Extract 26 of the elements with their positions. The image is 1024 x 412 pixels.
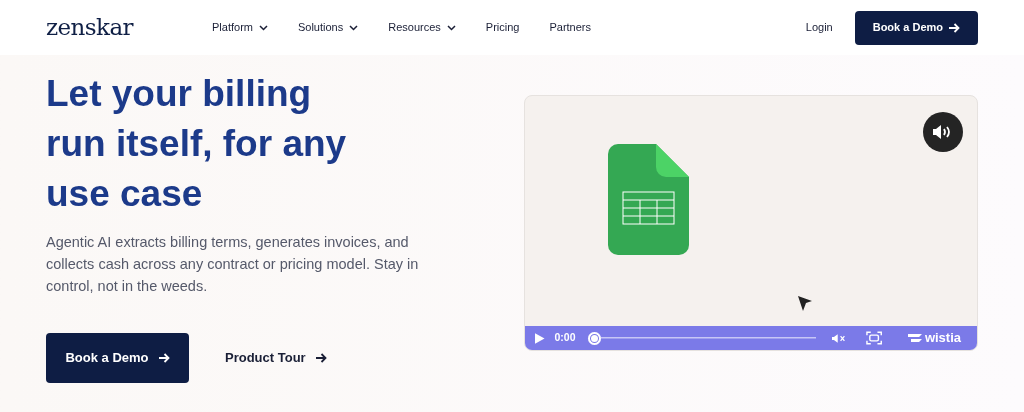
progress-handle[interactable] xyxy=(587,331,601,345)
login-link[interactable]: Login xyxy=(805,19,833,36)
book-demo-button[interactable]: Book a Demo xyxy=(854,10,978,45)
arrow-right-icon xyxy=(949,22,960,33)
volume-button[interactable] xyxy=(923,112,963,152)
video-player[interactable]: 0:00 wistia xyxy=(524,95,978,351)
cursor-icon xyxy=(798,296,812,311)
mute-icon[interactable] xyxy=(832,333,846,343)
book-demo-button[interactable]: Book a Demo xyxy=(46,333,189,383)
hero-headline: Let your billing run itself, for any use case xyxy=(46,72,348,216)
nav-item[interactable]: Solutions xyxy=(297,19,359,36)
hero-description: Agentic AI extracts billing terms, generates invoices, and collects cash across any contract or pricing model. Stay in control, not in the weeds. xyxy=(46,233,420,296)
nav-item[interactable]: Platform xyxy=(212,19,268,36)
nav-item[interactable]: Partners xyxy=(549,19,591,36)
nav-item[interactable]: Resources xyxy=(388,19,456,36)
arrow-right-icon xyxy=(315,353,327,363)
logo[interactable]: zenskar xyxy=(46,10,166,45)
nav-item[interactable]: Pricing xyxy=(485,19,520,36)
wistia-logo[interactable]: wistia xyxy=(924,328,961,348)
arrow-right-icon xyxy=(158,353,170,363)
product-tour-link[interactable]: Product Tour xyxy=(225,348,327,368)
play-icon[interactable] xyxy=(535,332,545,344)
fullscreen-icon[interactable] xyxy=(865,331,882,345)
brand-mark-icon xyxy=(907,333,922,343)
video-time: 0:00 xyxy=(554,330,576,346)
spreadsheet-icon xyxy=(608,144,689,255)
